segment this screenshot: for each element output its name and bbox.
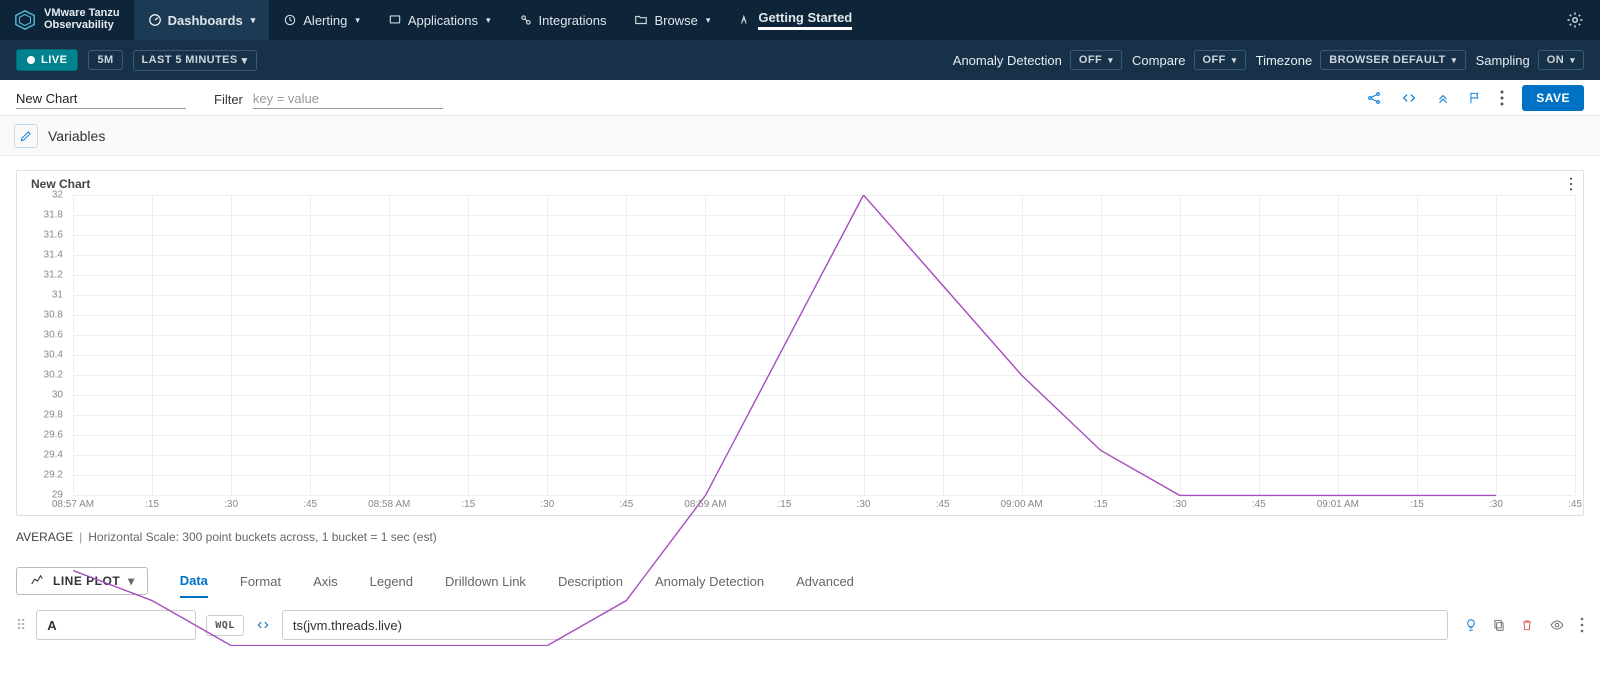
more-vert-icon [1580,617,1584,633]
compare-dropdown[interactable]: OFF▾ [1194,50,1246,70]
sampling-label: Sampling [1476,53,1530,68]
sampling-group: Sampling ON▾ [1476,50,1584,70]
timezone-group: Timezone BROWSER DEFAULT▾ [1256,50,1466,70]
filter-input[interactable]: key = value [253,87,443,109]
live-toggle[interactable]: LIVE [16,49,78,71]
y-axis: 3231.831.631.431.23130.830.630.430.23029… [17,195,69,495]
collapse-button[interactable] [1436,91,1450,105]
x-axis: 08:57 AM:15:30:4508:58 AM:15:30:4508:59 … [73,497,1575,515]
nav-alerting[interactable]: Alerting▾ [269,0,374,40]
run-icon [738,13,752,27]
chart-plot[interactable]: 3231.831.631.431.23130.830.630.430.23029… [17,195,1583,515]
edit-header: New Chart Filter key = value SAVE [0,80,1600,116]
save-button[interactable]: SAVE [1522,85,1584,111]
time-bar: LIVE 5M LAST 5 MINUTES▾ Anomaly Detectio… [0,40,1600,80]
compare-group: Compare OFF▾ [1132,50,1246,70]
variables-row: Variables [0,116,1600,156]
anomaly-group: Anomaly Detection OFF▾ [953,50,1122,70]
compare-label: Compare [1132,53,1185,68]
top-nav: VMware TanzuObservability Dashboards▾ Al… [0,0,1600,40]
nav-integrations[interactable]: Integrations [505,0,621,40]
line-plot-icon [29,574,45,588]
chevron-down-icon: ▾ [1232,55,1237,66]
code-button[interactable] [1400,90,1418,106]
live-dot-icon [27,56,35,64]
settings-button[interactable] [1550,11,1600,29]
query-more-button[interactable] [1580,617,1584,633]
brand-text: VMware TanzuObservability [44,8,120,31]
integrations-icon [519,13,533,27]
sampling-dropdown[interactable]: ON▾ [1538,50,1584,70]
chart-title: New Chart [17,171,1583,195]
folder-icon [634,13,648,27]
more-vert-icon [1500,90,1504,106]
flag-button[interactable] [1468,91,1482,105]
variables-label: Variables [48,128,105,144]
alert-icon [283,13,297,27]
quick-range-5m[interactable]: 5M [88,50,122,70]
chevron-down-icon: ▾ [242,54,248,67]
time-range-dropdown[interactable]: LAST 5 MINUTES▾ [133,50,257,71]
flag-icon [1468,91,1482,105]
more-vert-icon [1569,177,1573,191]
nav-browse[interactable]: Browse▾ [620,0,724,40]
drag-handle[interactable]: ⠿ [16,617,26,634]
chevron-down-icon: ▾ [1452,55,1457,66]
timezone-label: Timezone [1256,53,1313,68]
filter-label: Filter [214,92,243,109]
edit-variables-button[interactable] [14,124,38,148]
chevron-down-icon: ▾ [1108,55,1113,66]
anomaly-dropdown[interactable]: OFF▾ [1070,50,1122,70]
share-button[interactable] [1366,90,1382,106]
apps-icon [388,13,402,27]
brand: VMware TanzuObservability [0,0,134,40]
chevron-down-icon: ▾ [706,15,711,26]
nav-dashboards[interactable]: Dashboards▾ [134,0,270,40]
pencil-icon [19,129,33,143]
chart-card: New Chart 3231.831.631.431.23130.830.630… [16,170,1584,516]
chart-menu-button[interactable] [1569,177,1573,191]
anomaly-label: Anomaly Detection [953,53,1062,68]
collapse-icon [1436,91,1450,105]
code-icon [1400,90,1418,106]
chevron-down-icon: ▾ [355,15,360,26]
chevron-down-icon: ▾ [486,15,491,26]
chevron-down-icon: ▾ [251,15,256,26]
more-button[interactable] [1500,90,1504,106]
dashboard-icon [148,13,162,27]
gear-icon [1566,11,1584,29]
brand-logo-icon [14,9,36,31]
chevron-down-icon: ▾ [1570,55,1575,66]
share-icon [1366,90,1382,106]
chart-line [73,195,1575,646]
chart-name-input[interactable]: New Chart [16,87,186,109]
nav-applications[interactable]: Applications▾ [374,0,505,40]
nav-getting-started[interactable]: Getting Started [724,0,866,40]
timezone-dropdown[interactable]: BROWSER DEFAULT▾ [1320,50,1465,70]
